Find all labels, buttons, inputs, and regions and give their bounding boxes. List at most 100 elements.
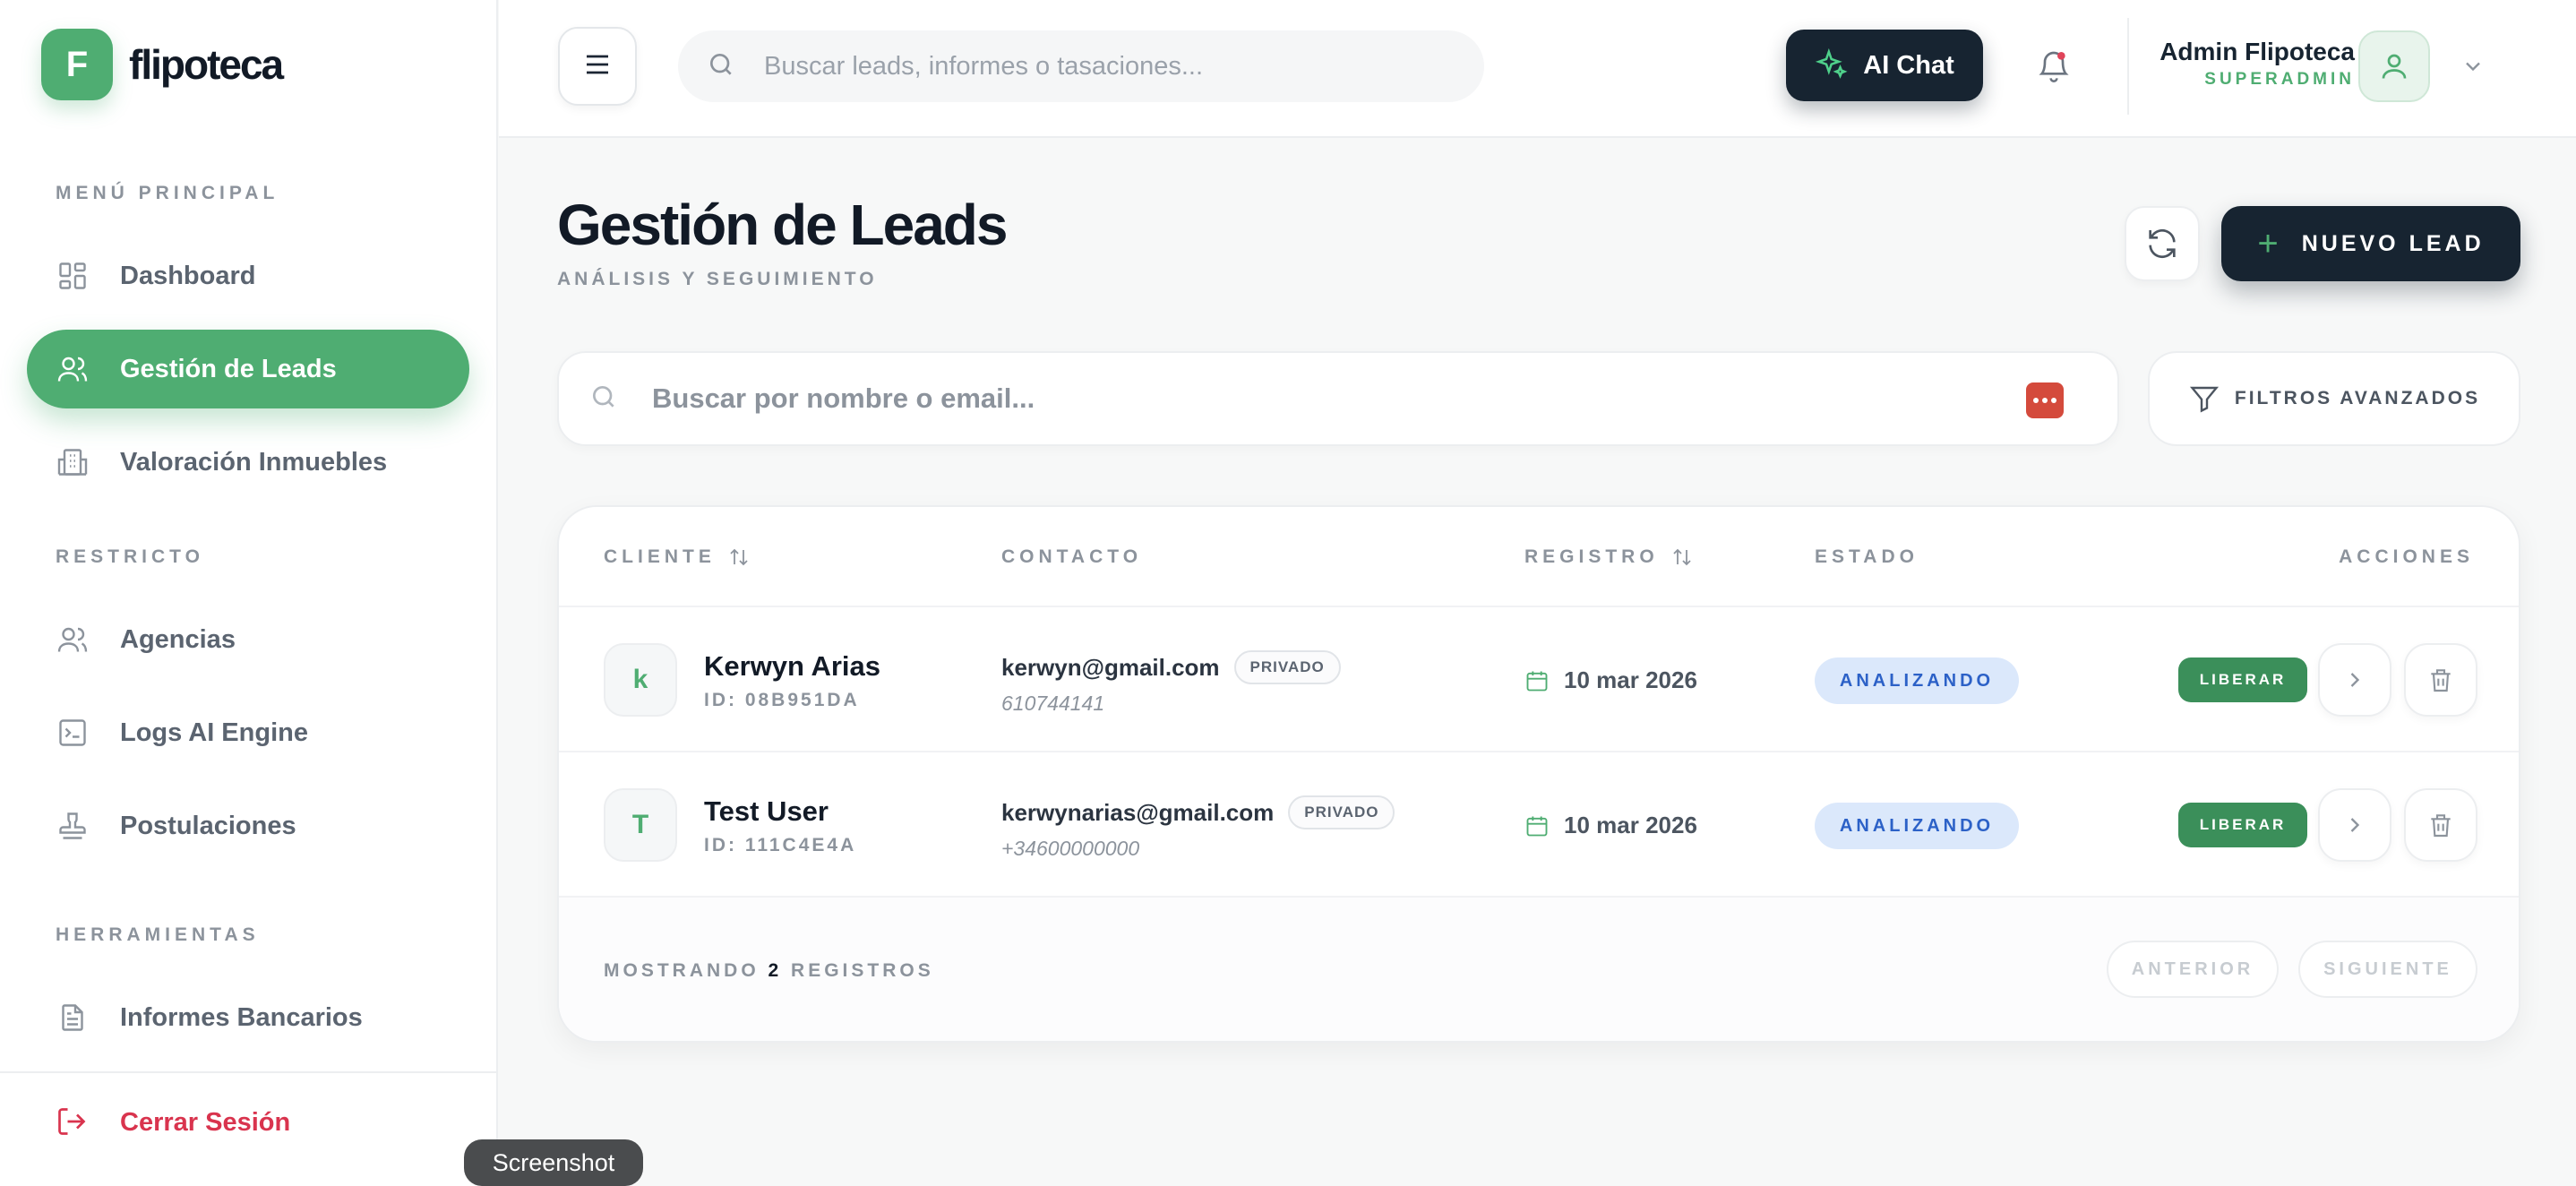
document-icon — [56, 1001, 90, 1035]
calendar-icon — [1526, 816, 1548, 836]
view-button[interactable] — [2318, 788, 2391, 862]
refresh-icon — [2149, 228, 2176, 259]
next-page-button[interactable]: SIGUIENTE — [2298, 941, 2477, 998]
page-title: Gestión de Leads — [557, 193, 1008, 257]
avatar[interactable] — [2358, 30, 2430, 102]
user-role: SUPERADMIN — [2204, 70, 2355, 89]
record-count: MOSTRANDO 2 REGISTROS — [604, 960, 934, 981]
new-lead-button[interactable]: + NUEVO LEAD — [2221, 206, 2520, 281]
client-id: ID: 111C4E4A — [704, 835, 857, 855]
delete-button[interactable] — [2404, 643, 2477, 717]
user-menu[interactable]: Admin Flipoteca SUPERADMIN — [2127, 18, 2503, 115]
client-email: kerwynarias@gmail.com PRIVADO — [1001, 795, 1395, 829]
calendar-icon — [1526, 671, 1548, 691]
building-icon — [56, 445, 90, 479]
menu-button[interactable] — [558, 27, 637, 106]
sort-icon — [1673, 548, 1691, 566]
status-badge: ANALIZANDO — [1815, 657, 2019, 704]
trash-icon — [2431, 669, 2451, 692]
column-header-contacto: CONTACTO — [1001, 546, 1143, 567]
sidebar-item-agencias[interactable]: Agencias — [27, 600, 469, 679]
chevron-right-icon — [2350, 673, 2360, 687]
table-row[interactable]: T Test User ID: 111C4E4A kerwynarias@gma… — [559, 751, 2519, 896]
logout-label: Cerrar Sesión — [120, 1107, 291, 1137]
sidebar-item-label: Informes Bancarios — [120, 1002, 363, 1032]
sidebar: F flipoteca MENÚ PRINCIPAL Dashboard Ges… — [0, 0, 498, 1186]
logout-icon — [56, 1105, 90, 1139]
previous-page-button[interactable]: ANTERIOR — [2107, 941, 2279, 998]
bell-icon[interactable] — [2036, 47, 2072, 86]
filters-label: FILTROS AVANZADOS — [2234, 388, 2481, 408]
user-icon — [2382, 54, 2407, 79]
client-phone: +34600000000 — [1001, 837, 1140, 860]
sidebar-item-label: Valoración Inmuebles — [120, 447, 388, 477]
sidebar-item-label: Dashboard — [120, 261, 256, 290]
lead-search[interactable] — [557, 351, 2119, 446]
sidebar-item-valoracion[interactable]: Valoración Inmuebles — [27, 423, 469, 502]
terminal-icon — [56, 716, 90, 750]
sidebar-item-label: Logs AI Engine — [120, 718, 308, 747]
client-name: Kerwyn Arias — [704, 650, 880, 682]
sidebar-item-leads[interactable]: Gestión de Leads — [27, 330, 469, 408]
stamp-icon — [56, 809, 90, 843]
sidebar-item-label: Postulaciones — [120, 811, 296, 840]
sidebar-item-informes[interactable]: Informes Bancarios — [27, 978, 469, 1057]
section-title-herramientas: HERRAMIENTAS — [56, 924, 260, 945]
sort-icon — [730, 548, 748, 566]
search-icon — [589, 382, 618, 416]
client-phone: 610744141 — [1001, 692, 1105, 715]
type-badge: PRIVADO — [1233, 650, 1341, 684]
logout-button[interactable]: Cerrar Sesión — [56, 1105, 290, 1139]
trash-icon — [2431, 814, 2451, 838]
sidebar-item-dashboard[interactable]: Dashboard — [27, 236, 469, 315]
sidebar-item-label: Agencias — [120, 624, 236, 654]
type-badge: PRIVADO — [1288, 795, 1395, 829]
avatar: T — [604, 788, 677, 862]
status-badge: ANALIZANDO — [1815, 803, 2019, 849]
more-options-icon[interactable] — [2026, 382, 2064, 418]
section-title-main: MENÚ PRINCIPAL — [56, 183, 279, 203]
liberar-button[interactable]: LIBERAR — [2178, 657, 2307, 702]
registration-date: 10 mar 2026 — [1524, 812, 1697, 839]
plus-icon: + — [2257, 224, 2282, 263]
column-header-estado: ESTADO — [1815, 546, 1919, 567]
delete-button[interactable] — [2404, 788, 2477, 862]
logo-text: flipoteca — [129, 41, 284, 88]
dashboard-icon — [56, 259, 90, 293]
leads-table: CLIENTE CONTACTO REGISTRO ESTADO ACCIONE… — [557, 505, 2520, 1043]
column-header-cliente[interactable]: CLIENTE — [604, 546, 750, 568]
filter-icon — [2188, 382, 2220, 415]
sidebar-item-logs[interactable]: Logs AI Engine — [27, 693, 469, 772]
topbar: AI Chat Admin Flipoteca SUPERADMIN — [499, 0, 2576, 138]
logo-badge: F — [41, 29, 113, 100]
registration-date: 10 mar 2026 — [1524, 666, 1697, 694]
user-name: Admin Flipoteca — [2160, 38, 2355, 65]
sidebar-item-postulaciones[interactable]: Postulaciones — [27, 786, 469, 865]
liberar-button[interactable]: LIBERAR — [2178, 803, 2307, 847]
global-search[interactable] — [678, 30, 1484, 102]
ai-chat-button[interactable]: AI Chat — [1786, 30, 1983, 101]
sidebar-item-label: Gestión de Leads — [120, 354, 337, 383]
ai-chat-label: AI Chat — [1863, 50, 1954, 80]
logo[interactable]: F flipoteca — [41, 29, 284, 100]
tooltip: Screenshot — [464, 1139, 643, 1186]
chevron-right-icon — [2350, 818, 2360, 832]
hamburger-icon — [581, 48, 614, 85]
column-header-registro[interactable]: REGISTRO — [1524, 546, 1693, 568]
view-button[interactable] — [2318, 643, 2391, 717]
chevron-down-icon[interactable] — [2460, 54, 2486, 79]
users-icon — [56, 352, 90, 386]
table-row[interactable]: k Kerwyn Arias ID: 08B951DA kerwyn@gmail… — [559, 606, 2519, 751]
avatar: k — [604, 643, 677, 717]
table-footer: MOSTRANDO 2 REGISTROS ANTERIOR SIGUIENTE — [559, 896, 2519, 1041]
page-subtitle: ANÁLISIS Y SEGUIMIENTO — [557, 269, 878, 289]
client-email: kerwyn@gmail.com PRIVADO — [1001, 650, 1341, 684]
lead-search-input[interactable] — [652, 382, 1996, 415]
sparkles-icon — [1815, 47, 1850, 83]
search-icon — [707, 50, 735, 83]
client-name: Test User — [704, 795, 829, 827]
sidebar-divider — [0, 1071, 498, 1073]
refresh-button[interactable] — [2125, 206, 2200, 281]
advanced-filters-button[interactable]: FILTROS AVANZADOS — [2148, 351, 2520, 446]
global-search-input[interactable] — [764, 51, 1445, 82]
